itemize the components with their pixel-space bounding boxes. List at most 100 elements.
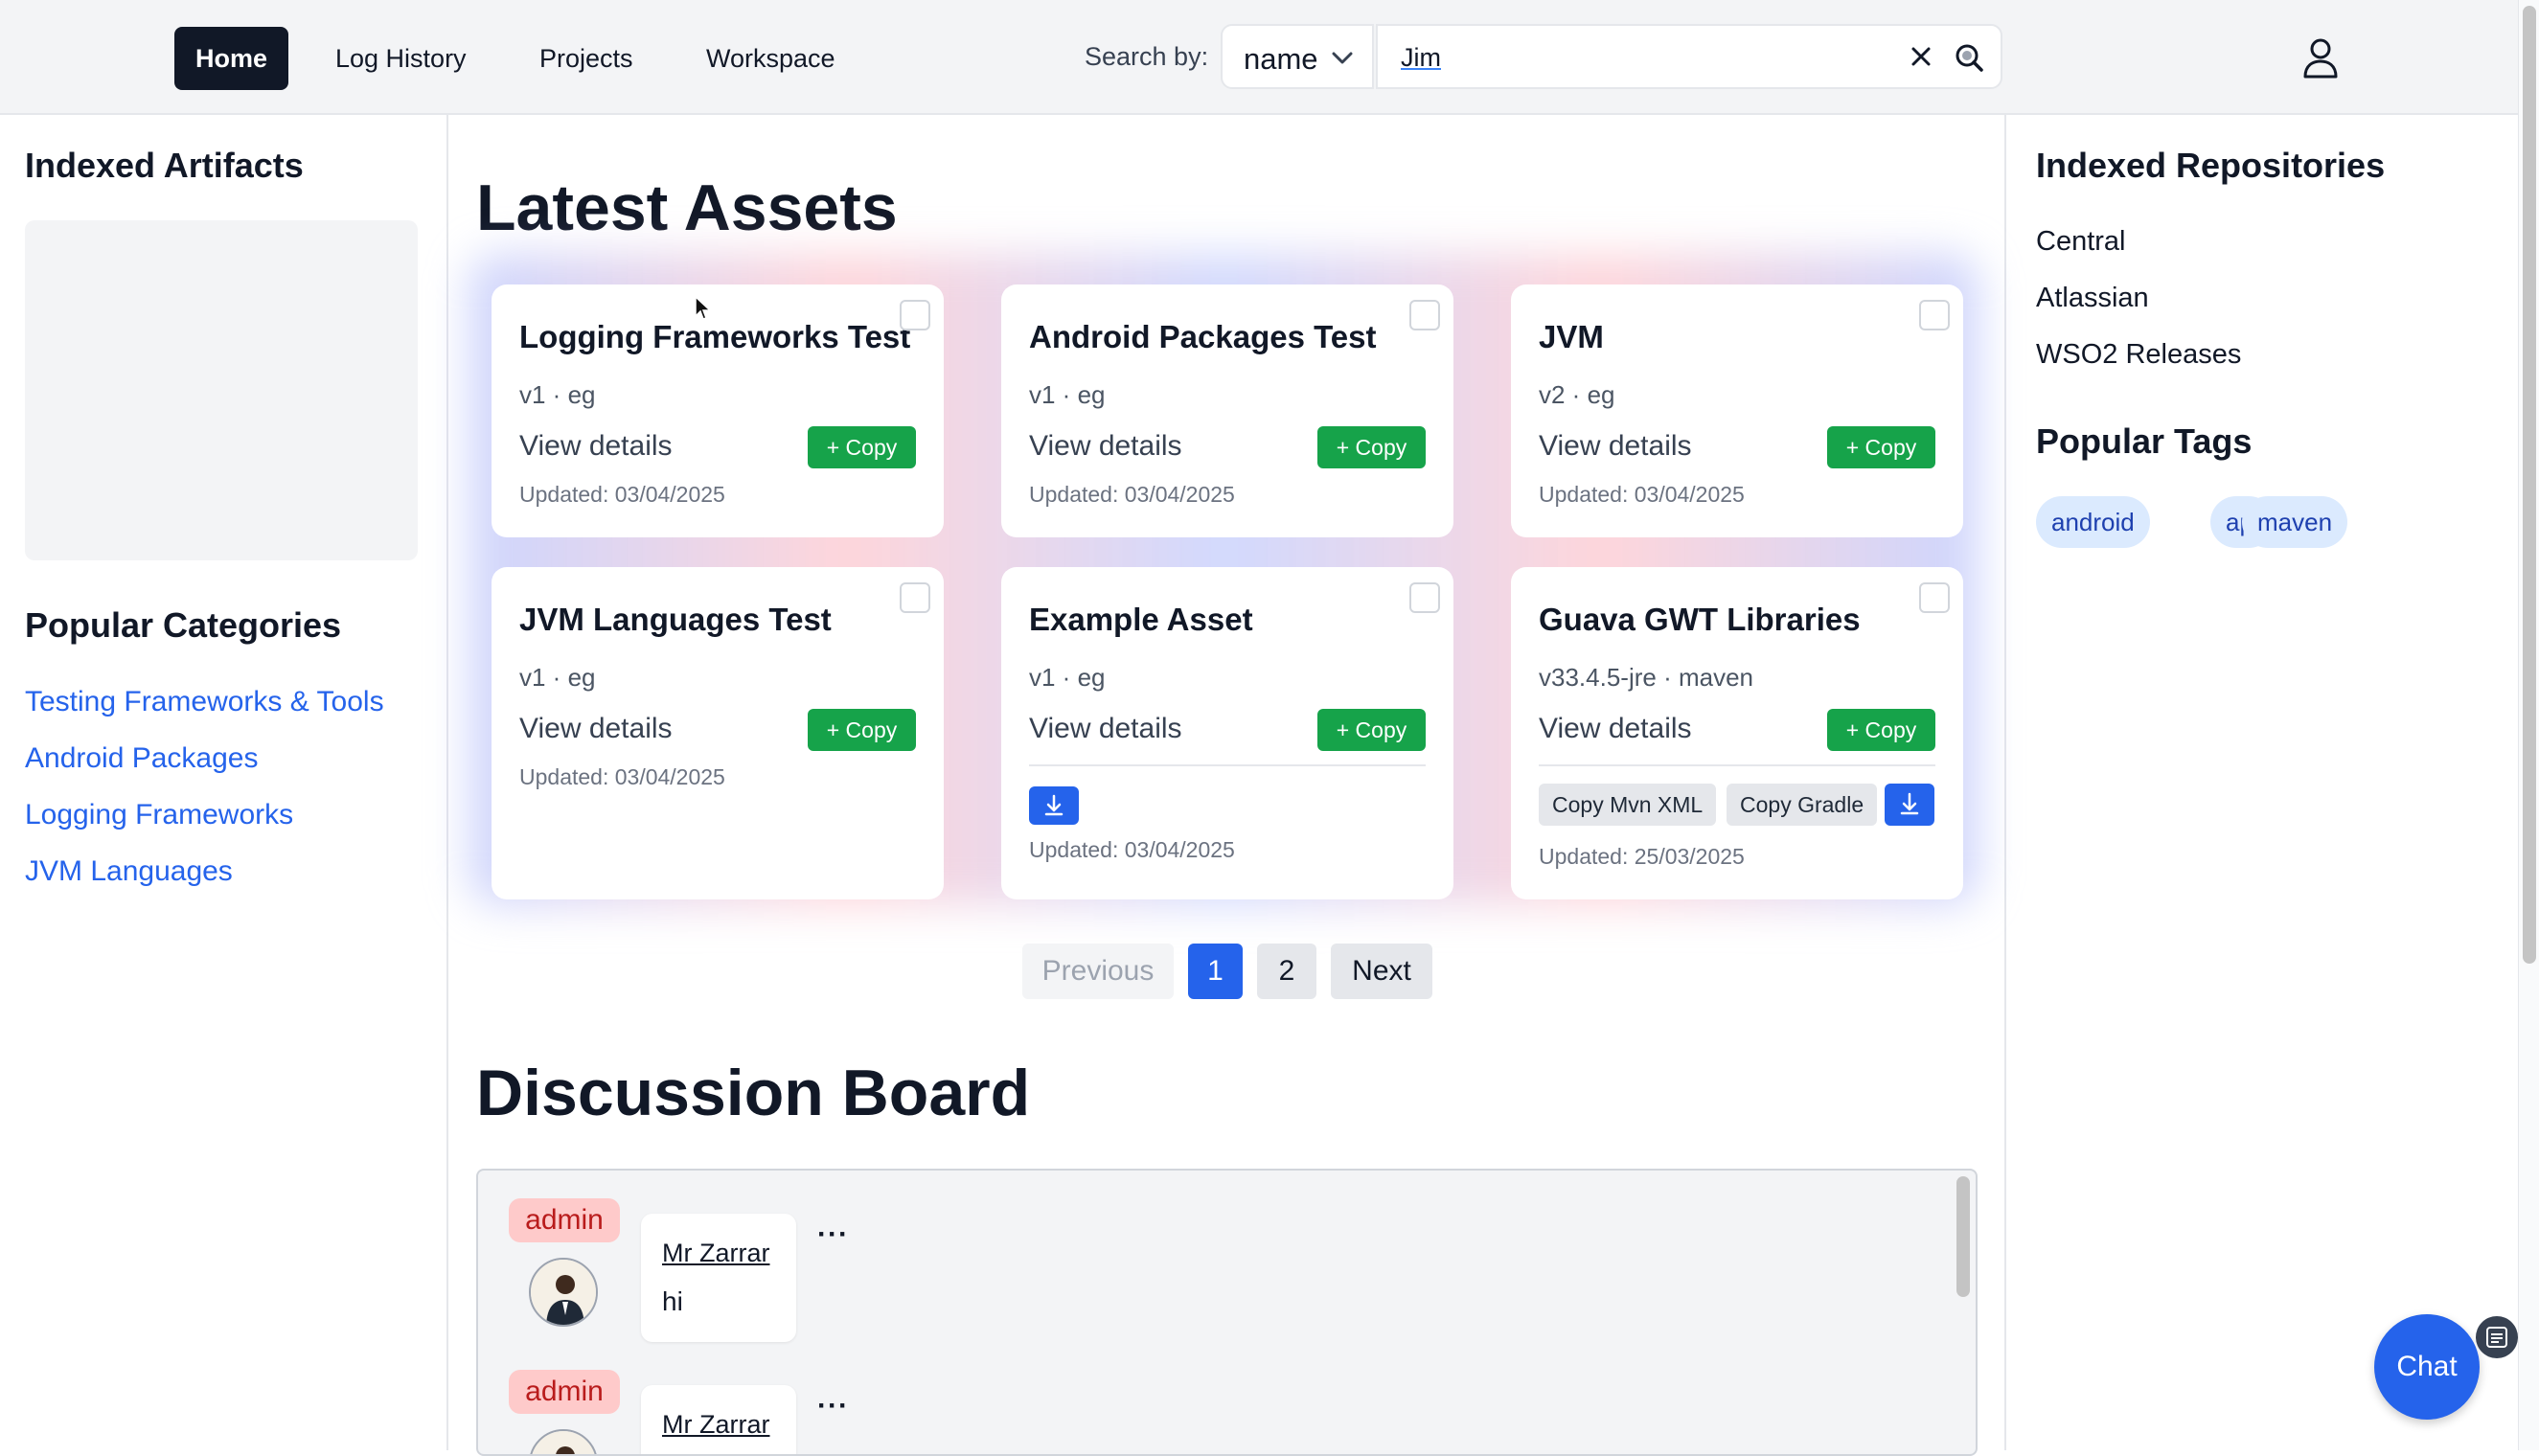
- repo-link[interactable]: WSO2 Releases: [2036, 339, 2241, 371]
- select-checkbox[interactable]: [1409, 582, 1440, 613]
- nav-home[interactable]: Home: [174, 27, 289, 90]
- copy-button[interactable]: + Copy: [808, 426, 916, 468]
- board-scrollbar[interactable]: [1956, 1176, 1970, 1297]
- page-button[interactable]: 2: [1257, 944, 1316, 999]
- user-icon[interactable]: [2301, 36, 2340, 83]
- asset-card: Guava GWT Libraries v33.4.5-jre · maven …: [1511, 567, 1963, 899]
- capture-icon[interactable]: [2476, 1316, 2518, 1358]
- copy-button[interactable]: + Copy: [808, 709, 916, 751]
- asset-title[interactable]: JVM: [1539, 319, 1604, 355]
- copy-mvn-xml-button[interactable]: Copy Mvn XML: [1539, 784, 1717, 826]
- updated-date: Updated: 03/04/2025: [1029, 837, 1235, 862]
- chevron-down-icon: [1330, 41, 1355, 80]
- message-bubble: Mr Zarrar hi: [641, 1214, 796, 1342]
- search-by-label: Search by:: [1085, 42, 1209, 71]
- updated-date: Updated: 03/04/2025: [519, 482, 725, 507]
- popular-categories-heading: Popular Categories: [25, 605, 342, 645]
- asset-title[interactable]: Guava GWT Libraries: [1539, 602, 1861, 638]
- search-box: [1376, 24, 2002, 89]
- asset-title[interactable]: Logging Frameworks Test: [519, 319, 910, 355]
- download-icon: [1900, 792, 1919, 815]
- updated-date: Updated: 03/04/2025: [1539, 482, 1745, 507]
- view-details-link[interactable]: View details: [1029, 430, 1182, 463]
- divider: [1029, 764, 1426, 766]
- nav-log-history[interactable]: Log History: [314, 27, 488, 90]
- view-details-link[interactable]: View details: [519, 713, 673, 745]
- scrollbar-thumb[interactable]: [2523, 6, 2536, 964]
- select-checkbox[interactable]: [1919, 582, 1950, 613]
- artifacts-placeholder: [25, 220, 418, 560]
- asset-card: Android Packages Test v1 · eg View detai…: [1001, 284, 1453, 537]
- role-badge: admin: [509, 1370, 620, 1414]
- category-link[interactable]: Android Packages: [25, 742, 259, 775]
- view-details-link[interactable]: View details: [1539, 430, 1692, 463]
- avatar[interactable]: [529, 1258, 598, 1327]
- indexed-artifacts-heading: Indexed Artifacts: [25, 146, 304, 185]
- download-icon: [1044, 794, 1064, 816]
- asset-card: Logging Frameworks Test v1 · eg View det…: [492, 284, 944, 537]
- category-link[interactable]: Testing Frameworks & Tools: [25, 686, 384, 718]
- search-input[interactable]: [1399, 39, 1863, 76]
- author-name[interactable]: Mr Zarrar: [662, 1239, 769, 1268]
- cursor-icon: [694, 295, 713, 327]
- asset-meta: v1 · eg: [519, 663, 596, 692]
- tag-chip[interactable]: maven: [2242, 496, 2348, 548]
- copy-button[interactable]: + Copy: [1827, 709, 1935, 751]
- select-checkbox[interactable]: [900, 582, 930, 613]
- indexed-repositories-heading: Indexed Repositories: [2036, 146, 2386, 185]
- updated-date: Updated: 03/04/2025: [519, 764, 725, 789]
- copy-button[interactable]: + Copy: [1317, 426, 1426, 468]
- view-details-link[interactable]: View details: [1539, 713, 1692, 745]
- page-button-current[interactable]: 1: [1188, 944, 1243, 999]
- asset-meta: v33.4.5-jre · maven: [1539, 663, 1753, 692]
- next-button[interactable]: Next: [1331, 944, 1432, 999]
- search-by-select[interactable]: name: [1221, 24, 1374, 89]
- message-text: hi: [662, 1286, 683, 1316]
- more-options-icon[interactable]: ···: [817, 1218, 849, 1251]
- view-details-link[interactable]: View details: [1029, 713, 1182, 745]
- asset-meta: v1 · eg: [519, 380, 596, 409]
- discussion-board-heading: Discussion Board: [476, 1057, 1031, 1129]
- repo-link[interactable]: Atlassian: [2036, 283, 2149, 314]
- select-checkbox[interactable]: [1919, 300, 1950, 330]
- asset-card: Example Asset v1 · eg View details + Cop…: [1001, 567, 1453, 899]
- avatar[interactable]: [529, 1429, 598, 1454]
- search-icon[interactable]: [1953, 41, 1985, 79]
- more-options-icon[interactable]: ···: [817, 1390, 849, 1422]
- role-badge: admin: [509, 1198, 620, 1242]
- popular-tags-heading: Popular Tags: [2036, 421, 2253, 461]
- copy-button[interactable]: + Copy: [1827, 426, 1935, 468]
- discussion-board: admin Mr Zarrar hi ··· admin Mr Zarrar ·…: [476, 1169, 1978, 1456]
- asset-meta: v1 · eg: [1029, 380, 1106, 409]
- select-checkbox[interactable]: [1409, 300, 1440, 330]
- page-scrollbar[interactable]: [2518, 0, 2539, 1450]
- chat-button[interactable]: Chat: [2374, 1314, 2480, 1420]
- asset-title[interactable]: Android Packages Test: [1029, 319, 1377, 355]
- copy-button[interactable]: + Copy: [1317, 709, 1426, 751]
- select-checkbox[interactable]: [900, 300, 930, 330]
- latest-assets-heading: Latest Assets: [476, 171, 898, 244]
- previous-button[interactable]: Previous: [1022, 944, 1174, 999]
- search-by-value: name: [1244, 42, 1318, 76]
- nav-projects[interactable]: Projects: [518, 27, 654, 90]
- clear-icon[interactable]: [1907, 42, 1935, 76]
- nav-workspace[interactable]: Workspace: [685, 27, 857, 90]
- tag-chip[interactable]: android: [2036, 496, 2150, 548]
- view-details-link[interactable]: View details: [519, 430, 673, 463]
- download-button[interactable]: [1885, 784, 1934, 826]
- author-name[interactable]: Mr Zarrar: [662, 1410, 769, 1440]
- repo-link[interactable]: Central: [2036, 226, 2126, 258]
- divider: [1539, 764, 1935, 766]
- updated-date: Updated: 25/03/2025: [1539, 844, 1745, 869]
- message-bubble: Mr Zarrar: [641, 1385, 796, 1454]
- asset-title[interactable]: Example Asset: [1029, 602, 1253, 638]
- category-link[interactable]: Logging Frameworks: [25, 799, 293, 831]
- right-sidebar: [2004, 115, 2520, 1450]
- download-button[interactable]: [1029, 786, 1079, 825]
- copy-gradle-button[interactable]: Copy Gradle: [1727, 784, 1878, 826]
- category-link[interactable]: JVM Languages: [25, 855, 233, 888]
- asset-card: JVM Languages Test v1 · eg View details …: [492, 567, 944, 899]
- top-nav: Home Log History Projects Workspace Sear…: [0, 0, 2518, 115]
- asset-title[interactable]: JVM Languages Test: [519, 602, 832, 638]
- asset-card: JVM v2 · eg View details + Copy Updated:…: [1511, 284, 1963, 537]
